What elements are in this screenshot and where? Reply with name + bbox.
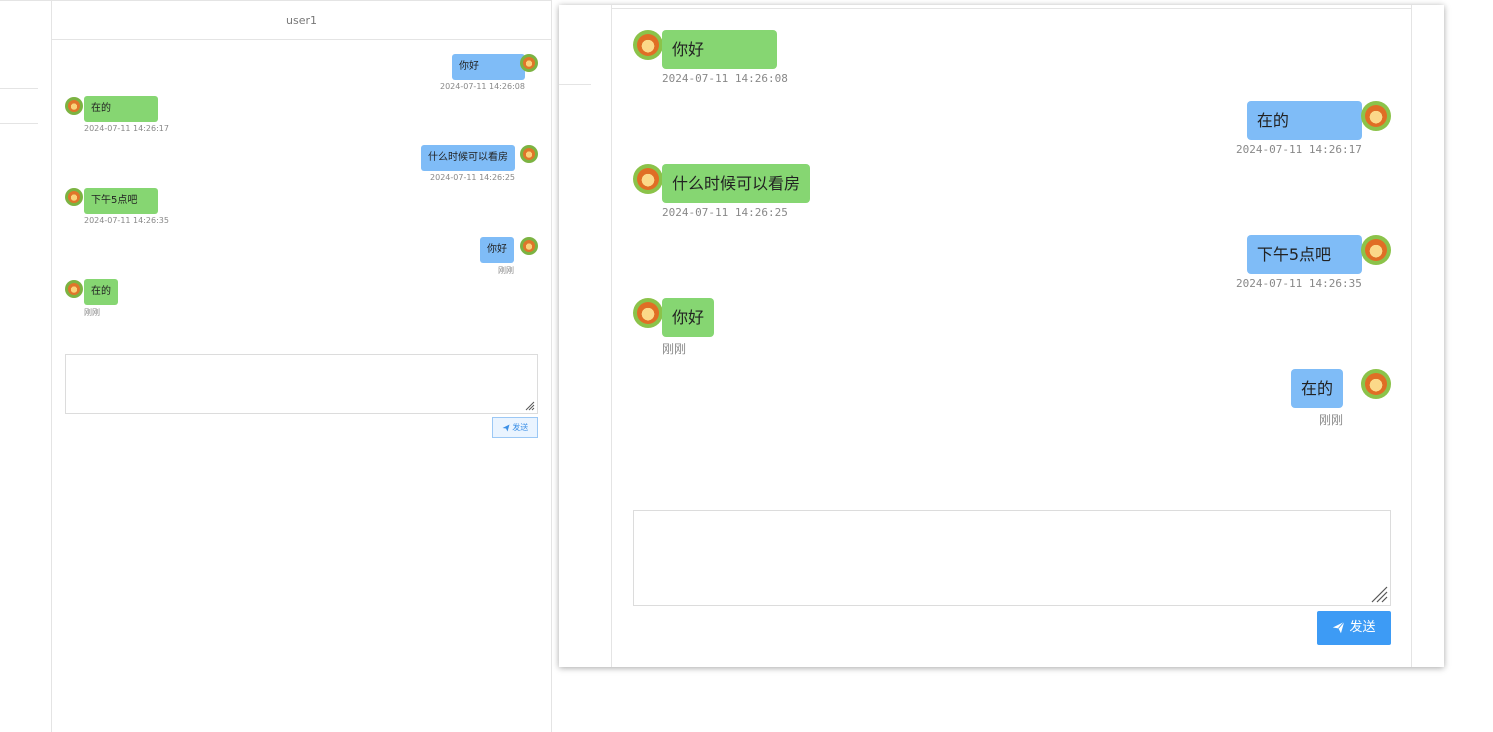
lion-avatar-icon [520, 237, 538, 255]
lion-avatar-icon [520, 54, 538, 72]
message-bubble: 在的 [1246, 101, 1362, 140]
message-bubble: 在的 [1291, 369, 1344, 408]
modal-divider [611, 5, 612, 667]
message-time: 2024-07-11 14:26:25 [662, 206, 788, 219]
list-divider [0, 88, 38, 89]
chat-message-left: 下午5点吧 2024-07-11 14:26:35 [84, 188, 169, 225]
message-bubble: 在的 [84, 96, 158, 122]
list-divider [0, 123, 38, 124]
send-label: 发送 [512, 423, 529, 432]
send-button[interactable]: 发送 [492, 417, 538, 438]
chat-message-left: 在的 2024-07-11 14:26:17 [84, 96, 169, 133]
send-label: 发送 [1349, 620, 1376, 635]
message-time: 2024-07-11 14:26:08 [440, 82, 525, 91]
message-time: 2024-07-11 14:26:17 [84, 124, 169, 133]
message-time: 2024-07-11 14:26:25 [430, 173, 515, 182]
chat-title: user1 [52, 1, 551, 40]
message-time: 刚刚 [1319, 413, 1344, 427]
lion-avatar-icon [633, 164, 663, 194]
message-time: 刚刚 [84, 308, 100, 317]
lion-avatar-icon [65, 280, 83, 298]
resize-handle-icon[interactable] [1370, 585, 1388, 603]
left-list-panel [0, 0, 52, 732]
lion-avatar-icon [1361, 101, 1391, 131]
chat-message-left: 你好 刚刚 [662, 298, 715, 357]
paper-plane-icon [1333, 621, 1345, 634]
lion-avatar-icon [65, 97, 83, 115]
chat-window: user1 你好 2024-07-11 14:26:08 在的 2024-07-… [52, 0, 552, 732]
chat-message-right: 你好 刚刚 [480, 237, 514, 276]
chat-message-right: 在的 2024-07-11 14:26:17 [1236, 101, 1362, 156]
message-time: 2024-07-11 14:26:08 [662, 72, 788, 85]
modal-divider [611, 8, 1411, 9]
message-bubble: 下午5点吧 [1246, 235, 1362, 274]
message-bubble: 在的 [84, 279, 118, 305]
message-time: 2024-07-11 14:26:17 [1236, 143, 1362, 156]
message-time: 2024-07-11 14:26:35 [1236, 277, 1362, 290]
message-bubble: 什么时候可以看房 [421, 145, 515, 171]
lion-avatar-icon [65, 188, 83, 206]
chat-message-left: 你好 2024-07-11 14:26:08 [662, 30, 788, 85]
message-time: 刚刚 [498, 266, 514, 275]
message-time: 刚刚 [662, 342, 687, 356]
lion-avatar-icon [633, 298, 663, 328]
lion-avatar-icon [1361, 369, 1391, 399]
chat-message-right: 在的 刚刚 [1291, 369, 1344, 428]
chat-message-right: 你好 2024-07-11 14:26:08 [440, 54, 525, 91]
chat-message-right: 什么时候可以看房 2024-07-11 14:26:25 [421, 145, 515, 182]
lion-avatar-icon [633, 30, 663, 60]
message-bubble: 下午5点吧 [84, 188, 158, 214]
chat-message-left: 什么时候可以看房 2024-07-11 14:26:25 [662, 164, 811, 219]
message-bubble: 你好 [662, 298, 715, 337]
message-time: 2024-07-11 14:26:35 [84, 216, 169, 225]
send-button[interactable]: 发送 [1317, 611, 1391, 645]
paper-plane-icon [502, 424, 510, 431]
resize-handle-icon[interactable] [525, 401, 535, 411]
message-bubble: 什么时候可以看房 [662, 164, 811, 203]
message-input[interactable] [633, 510, 1391, 606]
message-bubble: 你好 [662, 30, 777, 69]
message-input[interactable] [65, 354, 538, 414]
modal-divider [1411, 5, 1412, 667]
message-bubble: 你好 [451, 54, 525, 80]
modal-divider [559, 84, 591, 85]
chat-message-left: 在的 刚刚 [84, 279, 118, 318]
lion-avatar-icon [1361, 235, 1391, 265]
lion-avatar-icon [520, 145, 538, 163]
chat-modal: 你好 2024-07-11 14:26:08 在的 2024-07-11 14:… [559, 5, 1444, 667]
chat-message-right: 下午5点吧 2024-07-11 14:26:35 [1236, 235, 1362, 290]
message-bubble: 你好 [480, 237, 514, 263]
